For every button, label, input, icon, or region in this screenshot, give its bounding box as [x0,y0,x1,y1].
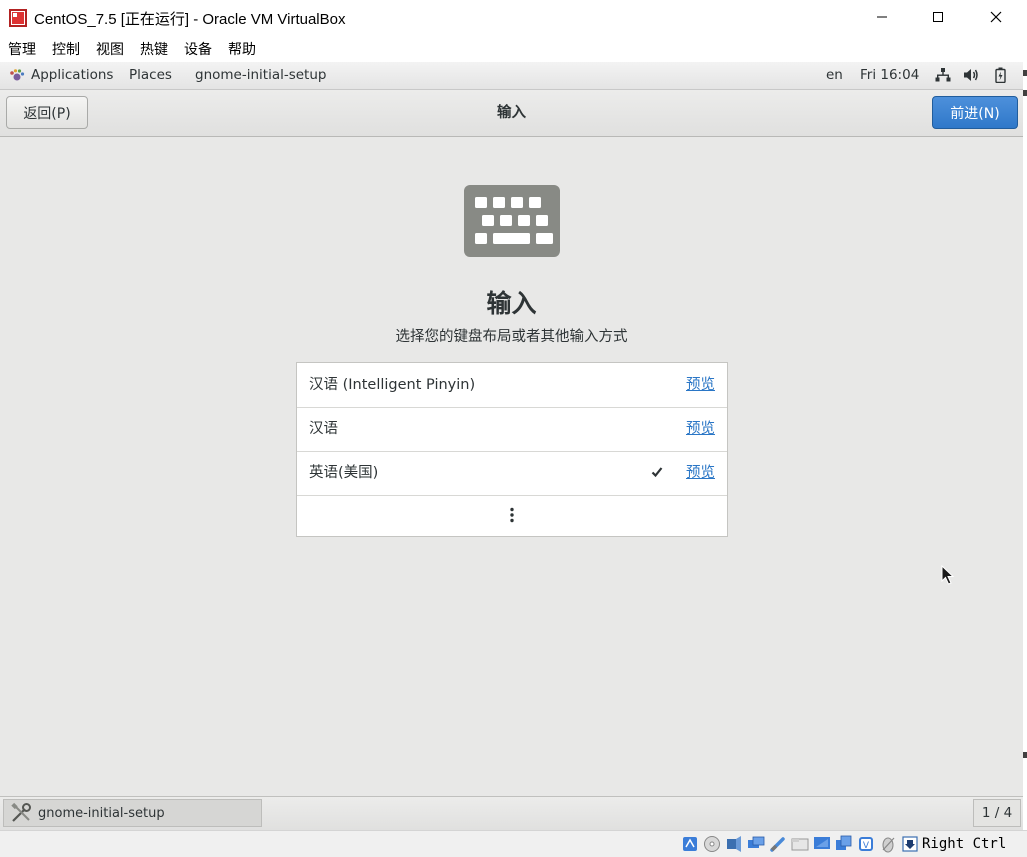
applications-label: Applications [31,67,114,83]
menu-help[interactable]: 帮助 [220,36,264,62]
page-subtitle: 选择您的键盘布局或者其他输入方式 [395,329,628,345]
display-icon[interactable] [813,835,831,853]
network-icon[interactable] [935,67,951,83]
edge-mark [1023,90,1027,96]
gnome-foot-icon [10,68,25,80]
preview-link[interactable]: 预览 [686,451,715,495]
window-title: CentOS_7.5 [正在运行] - Oracle VM VirtualBox [34,10,346,28]
menu-devices[interactable]: 设备 [176,36,220,62]
window-right-edge [1023,62,1027,856]
gnome-topbar: Applications Places gnome-initial-setup … [0,62,1023,90]
vbox-statusbar: V Right Ctrl [0,830,1027,857]
gnome-window-list: gnome-initial-setup 1 / 4 [0,796,1023,830]
input-source-list: 汉语 (Intelligent Pinyin) 预览 汉语 预览 英语(美国) … [296,362,728,537]
menu-hotkeys[interactable]: 热键 [132,36,176,62]
preview-link[interactable]: 预览 [686,363,715,407]
checkmark-icon [651,467,663,478]
volume-icon[interactable] [963,67,980,83]
input-source-row[interactable]: 汉语 (Intelligent Pinyin) 预览 [297,363,727,408]
hard-disk-icon[interactable] [681,835,699,853]
svg-text:V: V [863,841,870,851]
host-key-label: Right Ctrl [922,836,1007,852]
places-menu[interactable]: Places [129,62,172,89]
input-source-label: 汉语 (Intelligent Pinyin) [309,377,476,393]
close-button[interactable] [967,0,1025,34]
input-source-label: 汉语 [309,421,338,437]
next-button[interactable]: 前进(N) [932,96,1018,129]
battery-icon[interactable] [995,67,1006,83]
taskbar-window-label: gnome-initial-setup [38,805,165,821]
usb-icon[interactable] [769,835,787,853]
more-vertical-icon [510,507,514,523]
more-input-sources-button[interactable] [297,495,727,536]
mouse-integration-icon[interactable] [879,835,897,853]
input-source-row[interactable]: 汉语 预览 [297,407,727,452]
taskbar-window-button[interactable]: gnome-initial-setup [3,799,262,827]
header-title: 输入 [497,105,526,121]
edge-mark [1023,752,1027,758]
close-icon [990,11,1002,23]
workspace-indicator[interactable]: 1 / 4 [973,799,1021,827]
vbox-titlebar: CentOS_7.5 [正在运行] - Oracle VM VirtualBox [0,0,1027,36]
minimize-icon [877,16,887,18]
optical-drive-icon[interactable] [703,835,721,853]
edge-mark [1023,70,1027,76]
shared-folders-icon[interactable] [791,835,809,853]
keyboard-capture-icon[interactable] [901,835,919,853]
maximize-button[interactable] [909,0,967,34]
input-language-indicator[interactable]: en [826,62,843,89]
minimize-button[interactable] [853,0,911,34]
status-icons: V [681,835,919,853]
menu-view[interactable]: 视图 [88,36,132,62]
vbox-menubar: 管理 控制 视图 热键 设备 帮助 [0,36,1027,62]
video-capture-icon[interactable] [835,835,853,853]
clock[interactable]: Fri 16:04 [860,62,919,89]
page-heading: 输入 [486,289,537,318]
input-source-row[interactable]: 英语(美国) 预览 [297,451,727,496]
active-window-menu[interactable]: gnome-initial-setup [195,62,326,89]
menu-manage[interactable]: 管理 [0,36,44,62]
input-source-label: 英语(美国) [309,465,379,481]
tools-icon [11,802,31,822]
mouse-pointer-icon [941,565,955,585]
applications-menu[interactable]: Applications [9,62,113,89]
network-adapter-icon[interactable] [747,835,765,853]
menu-control[interactable]: 控制 [44,36,88,62]
vbox-app-icon [9,9,27,27]
maximize-icon [933,12,943,22]
preview-link[interactable]: 预览 [686,407,715,451]
keyboard-icon [464,185,560,257]
setup-headerbar: 输入 返回(P) 前进(N) [0,90,1023,137]
audio-icon[interactable] [725,835,743,853]
back-button[interactable]: 返回(P) [6,96,88,129]
cpu-icon[interactable]: V [857,835,875,853]
